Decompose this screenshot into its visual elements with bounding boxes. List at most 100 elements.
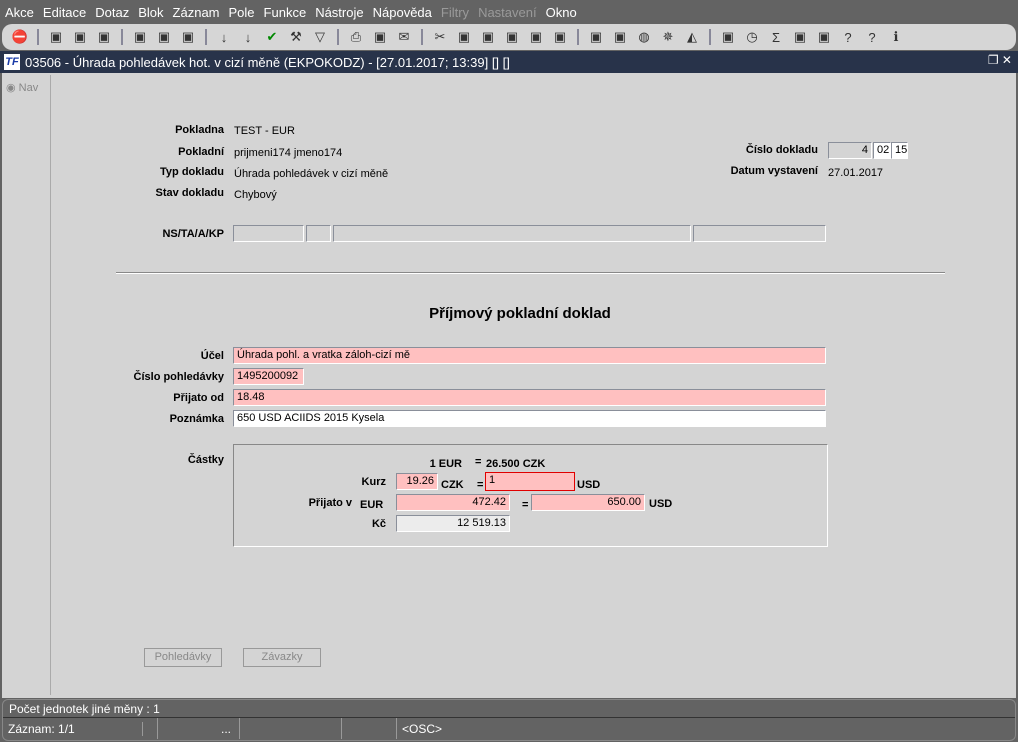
menu-blok[interactable]: Blok: [138, 5, 163, 20]
delete-record-icon[interactable]: ▣: [94, 27, 114, 47]
list-icon[interactable]: ▣: [526, 27, 546, 47]
cislo-dokladu-1[interactable]: 4: [828, 142, 872, 159]
cancel-query-icon[interactable]: ▣: [178, 27, 198, 47]
ta-field[interactable]: [306, 225, 331, 242]
copy-icon[interactable]: ▣: [454, 27, 474, 47]
eur-usd-eq: =: [522, 499, 529, 511]
check-icon[interactable]: ✔: [262, 27, 282, 47]
ie-icon[interactable]: ▣: [814, 27, 834, 47]
cislo-dokladu-2[interactable]: 02: [873, 142, 891, 159]
save-record-icon[interactable]: ▣: [70, 27, 90, 47]
eur-amount-field[interactable]: 472.42: [396, 494, 510, 511]
pokladni-label: Pokladní: [178, 146, 224, 158]
menu-akce[interactable]: Akce: [5, 5, 34, 20]
castky-label: Částky: [187, 454, 224, 466]
kc-amount-field[interactable]: 12 519.13: [396, 515, 510, 532]
status-record: Záznam: 1/1: [3, 721, 143, 736]
insert-record-icon[interactable]: ▣: [46, 27, 66, 47]
pokladna-label: Pokladna: [175, 124, 224, 136]
mail-icon[interactable]: ✉: [394, 27, 414, 47]
pohledavky-button[interactable]: Pohledávky: [144, 648, 222, 667]
ns-label: NS/TA/A/KP: [162, 228, 224, 240]
wrench-icon[interactable]: ⚒: [286, 27, 306, 47]
menu-bar: Akce Editace Dotaz Blok Záznam Pole Funkce Nást…: [0, 0, 1018, 24]
prijato-v-label: Přijato v: [308, 497, 352, 509]
cislo-pohledavky-field[interactable]: 1495200092: [233, 368, 304, 385]
ns-field[interactable]: [233, 225, 304, 242]
menu-pole[interactable]: Pole: [229, 5, 255, 20]
query-icon[interactable]: ▣: [130, 27, 150, 47]
menu-okno[interactable]: Okno: [546, 5, 577, 20]
menu-záznam[interactable]: Záznam: [173, 5, 220, 20]
execute-query-icon[interactable]: ▣: [154, 27, 174, 47]
cislo-dokladu-label: Číslo dokladu: [745, 144, 818, 156]
form-title: Příjmový pokladní doklad: [429, 305, 611, 322]
prijato-od-field[interactable]: 18.48: [233, 389, 826, 406]
report-icon[interactable]: ▣: [718, 27, 738, 47]
a-field[interactable]: [333, 225, 691, 242]
filter-icon[interactable]: ▽: [310, 27, 330, 47]
print-setup-icon[interactable]: ▣: [370, 27, 390, 47]
ucel-field[interactable]: Úhrada pohl. a vratka záloh-cizí mě: [233, 347, 826, 364]
nav-label: Nav: [18, 82, 39, 94]
tree-icon[interactable]: ▣: [550, 27, 570, 47]
kurz-eq: =: [477, 479, 484, 491]
kp-field[interactable]: [693, 225, 826, 242]
menu-dotaz[interactable]: Dotaz: [95, 5, 129, 20]
pokladni-value: prijmeni174 jmeno174: [234, 147, 343, 159]
help-context-icon[interactable]: ?: [838, 27, 858, 47]
rate-right: 26.500 CZK: [486, 458, 546, 470]
zavazky-button[interactable]: Závazky: [243, 648, 321, 667]
sum-icon[interactable]: Σ: [766, 27, 786, 47]
app-logo-icon: TF: [4, 54, 20, 70]
menu-nápověda[interactable]: Nápověda: [373, 5, 432, 20]
usd-amount-label: USD: [649, 498, 673, 510]
menu-filtry[interactable]: Filtry: [441, 5, 469, 20]
menu-nastavení[interactable]: Nastavení: [478, 5, 537, 20]
status-mode: <OSC>: [402, 721, 443, 736]
paste-icon[interactable]: ▣: [478, 27, 498, 47]
menu-nástroje[interactable]: Nástroje: [315, 5, 363, 20]
ucel-label: Účel: [200, 350, 224, 362]
clock-icon[interactable]: ◷: [742, 27, 762, 47]
toolbar-separator: [709, 29, 711, 45]
nav-radio-icon: ◉: [6, 82, 19, 94]
status-bar: Počet jednotek jiné měny : 1 Záznam: 1/1…: [2, 699, 1016, 741]
poznamka-field[interactable]: 650 USD ACIIDS 2015 Kysela: [233, 410, 826, 427]
cut-icon[interactable]: ✂: [430, 27, 450, 47]
rate-eq: =: [475, 456, 482, 468]
kurz-usd-field[interactable]: 1: [485, 472, 575, 491]
menu-editace[interactable]: Editace: [43, 5, 86, 20]
stav-label: Stav dokladu: [155, 187, 224, 199]
kc-label: Kč: [371, 518, 386, 530]
datum-value: 27.01.2017: [828, 167, 884, 179]
help-icon[interactable]: ?: [862, 27, 882, 47]
cislo-dokladu-3[interactable]: 15: [891, 142, 908, 159]
divider: [116, 272, 945, 274]
sort-asc-icon[interactable]: ↓: [214, 27, 234, 47]
doc-icon[interactable]: ▣: [610, 27, 630, 47]
calc-icon[interactable]: ▣: [586, 27, 606, 47]
nav-panel[interactable]: ◉ Nav: [2, 75, 51, 695]
kurz-label: Kurz: [361, 476, 386, 488]
kurz-field[interactable]: 19.26: [396, 473, 438, 490]
window-title: 03506 - Úhrada pohledávek hot. v cizí mě…: [25, 54, 510, 70]
print-icon[interactable]: ⎙: [346, 27, 366, 47]
exit-icon[interactable]: ⛔: [10, 27, 30, 47]
sort-desc-icon[interactable]: ↓: [238, 27, 258, 47]
edit-icon[interactable]: ▣: [502, 27, 522, 47]
typ-label: Typ dokladu: [160, 166, 224, 178]
info-icon[interactable]: ℹ: [886, 27, 906, 47]
status-ellipsis: ...: [158, 718, 240, 739]
usd-label: USD: [577, 479, 601, 491]
wheel-icon[interactable]: ✵: [658, 27, 678, 47]
menu-funkce[interactable]: Funkce: [264, 5, 307, 20]
restore-window-icon[interactable]: ❐ ✕: [988, 53, 1012, 67]
prijato-od-label: Přijato od: [173, 392, 224, 404]
globe-icon[interactable]: ◍: [634, 27, 654, 47]
poznamka-label: Poznámka: [169, 413, 224, 425]
excel-icon[interactable]: ▣: [790, 27, 810, 47]
eye-icon[interactable]: ◭: [682, 27, 702, 47]
usd-amount-field[interactable]: 650.00: [531, 494, 645, 511]
typ-value: Úhrada pohledávek v cizí měně: [234, 168, 389, 180]
